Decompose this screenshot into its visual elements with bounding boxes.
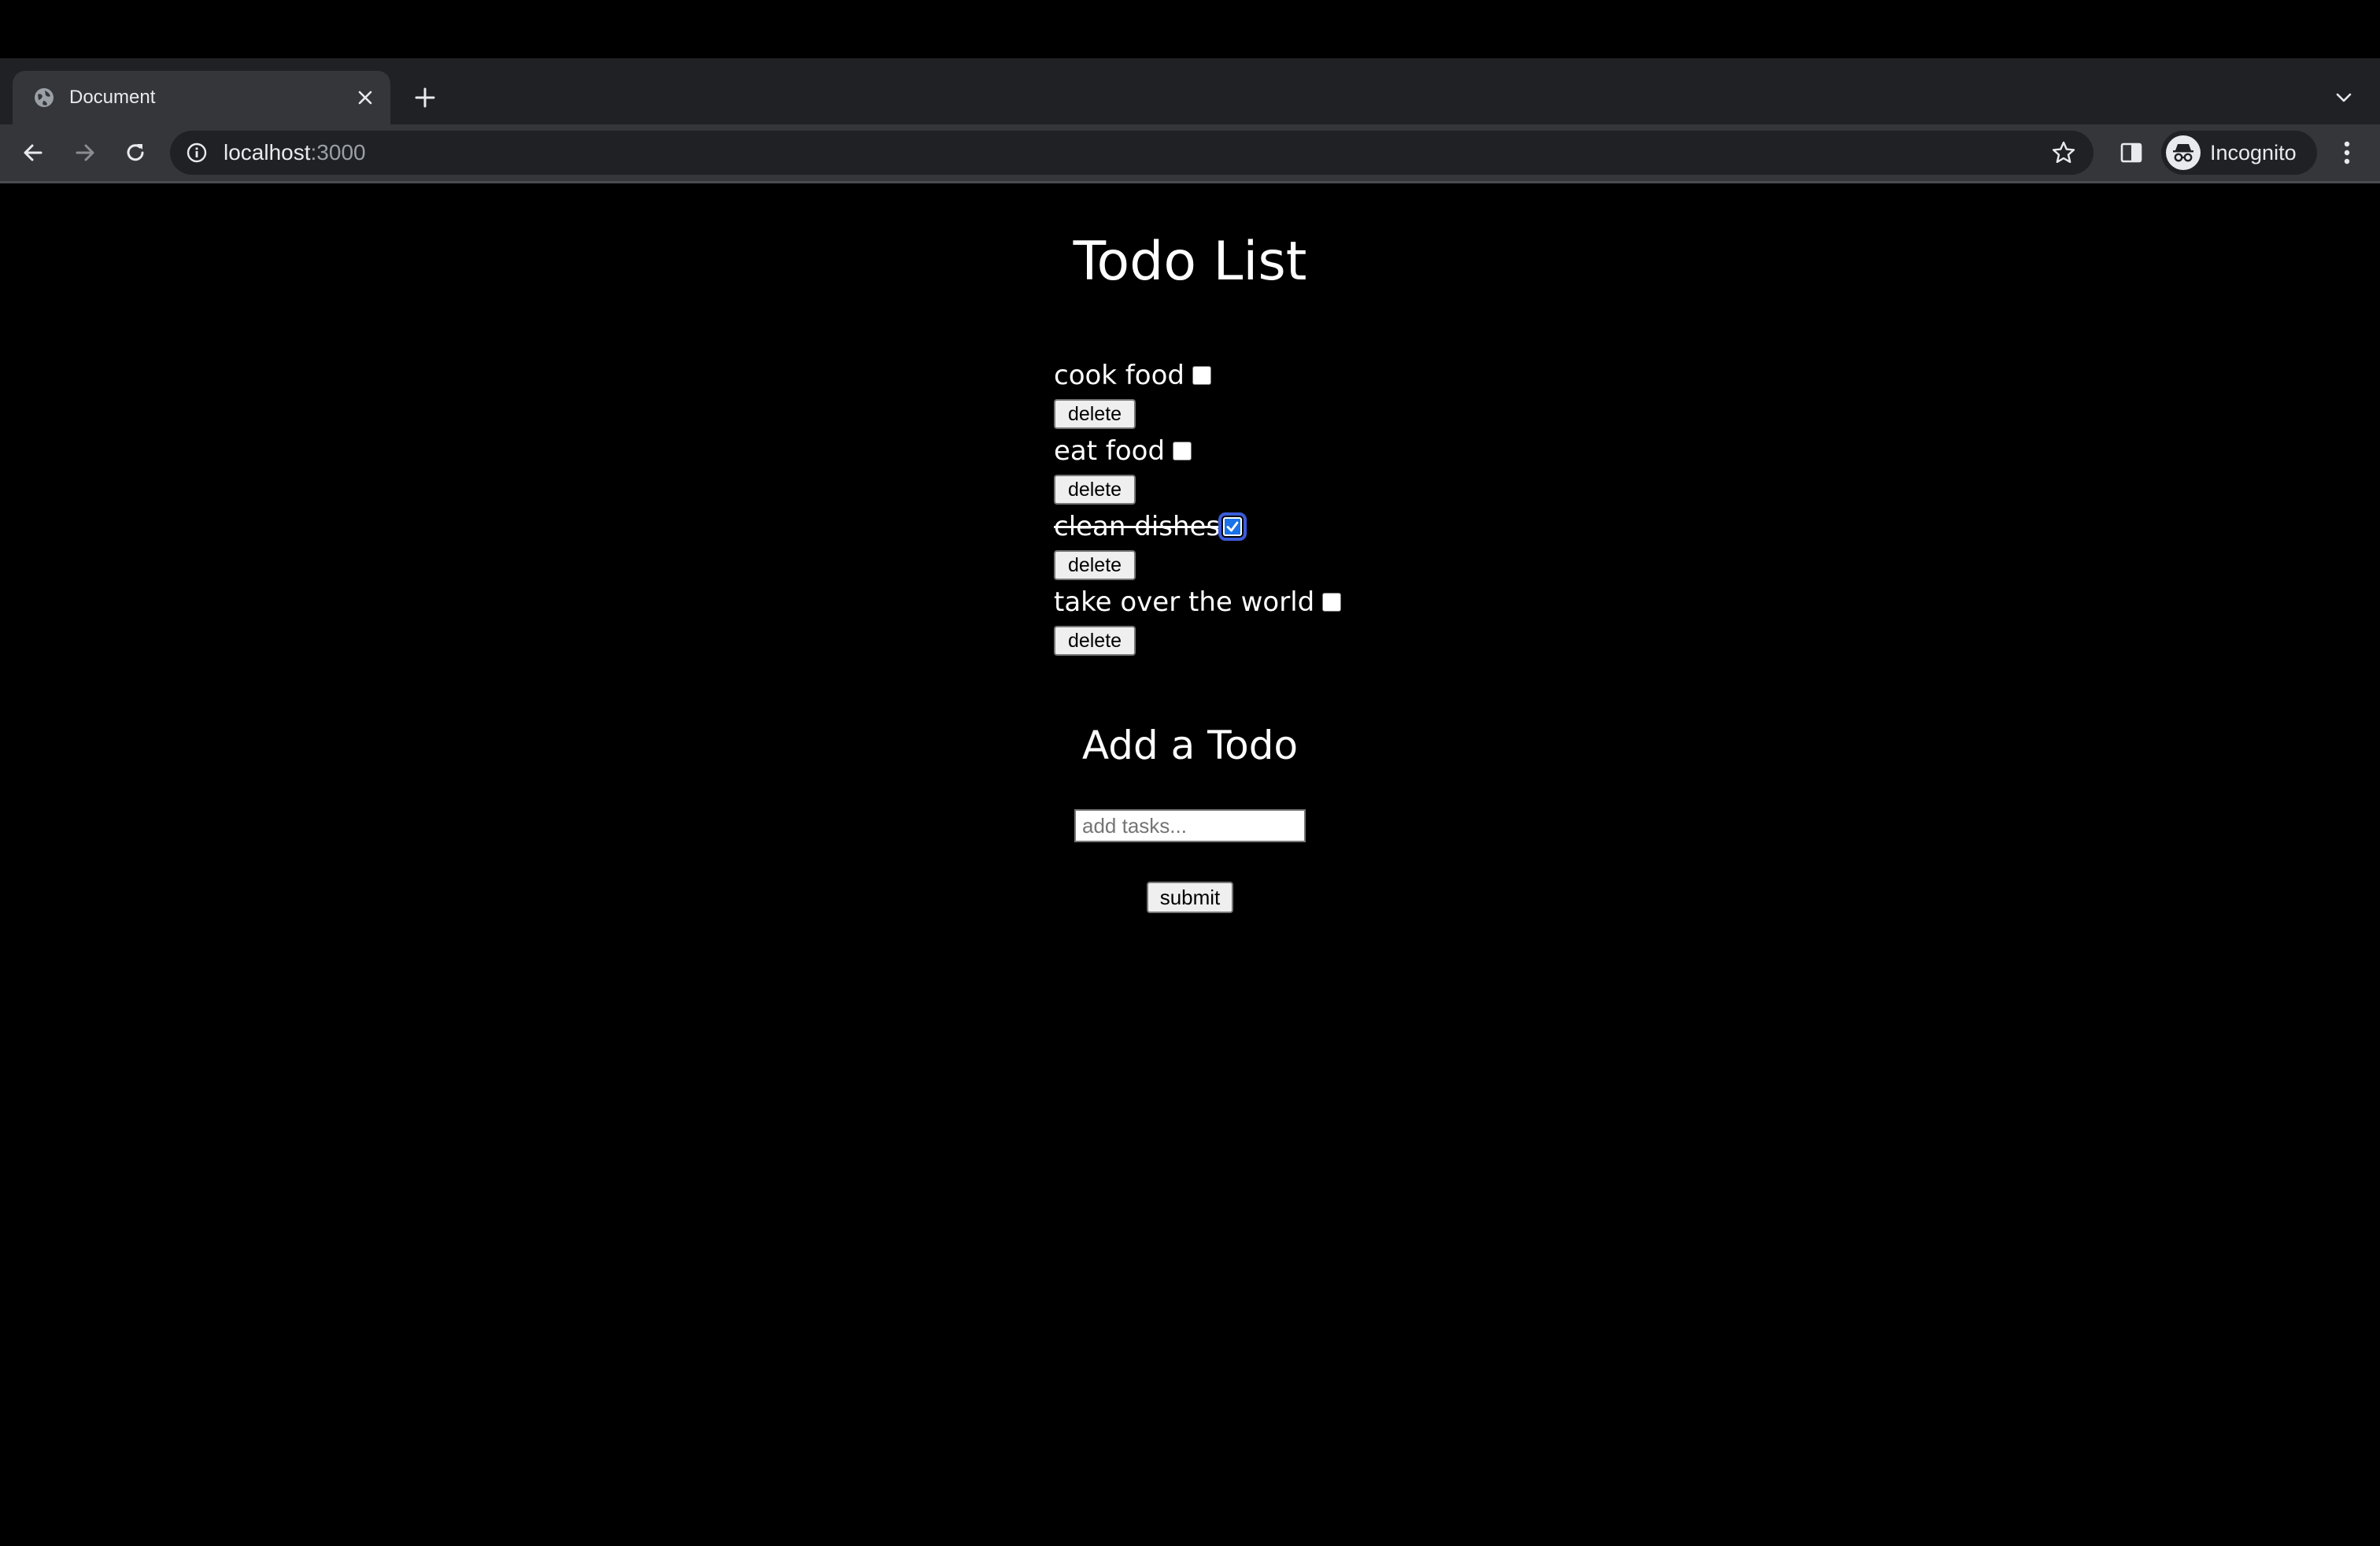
todo-text: cook food [1054,360,1184,391]
todo-text: take over the world [1054,586,1315,618]
address-bar[interactable]: localhost:3000 [170,131,2094,175]
profile-label: Incognito [2210,141,2297,165]
todo-checkbox[interactable] [1322,593,1342,612]
todo-checkbox[interactable] [1173,442,1192,460]
star-icon[interactable] [2051,140,2076,165]
todo-checkbox[interactable] [1192,366,1211,385]
arrow-right-icon[interactable] [66,134,104,172]
page-title: Todo List [1073,231,1307,293]
todo-item: eat food delete [1054,434,1526,509]
url-host: localhost [224,140,311,165]
todo-item: take over the world delete [1054,585,1526,660]
todo-row: take over the world [1054,585,1342,620]
delete-button[interactable]: delete [1054,399,1136,429]
todo-row: eat food [1054,434,1192,468]
delete-button[interactable]: delete [1054,550,1136,580]
side-panel-icon[interactable] [2117,137,2145,168]
todo-item: cook food delete [1054,358,1526,434]
delete-button[interactable]: delete [1054,475,1136,505]
reload-icon[interactable] [116,134,154,172]
checkmark-icon [1226,521,1239,532]
url-text: localhost:3000 [224,137,366,168]
tab-title: Document [69,87,156,108]
profile-incognito[interactable]: Incognito [2161,131,2317,175]
url-port: :3000 [310,140,366,165]
todo-list: cook food delete eat food delete clean d… [1054,358,1526,660]
tab-strip: Document [0,58,2380,124]
incognito-icon [2166,135,2201,170]
todo-row: clean dishes [1054,509,1247,544]
close-icon[interactable] [353,85,378,110]
add-task-input[interactable] [1074,809,1306,842]
globe-icon [35,88,54,107]
todo-item: clean dishes delete [1054,509,1526,585]
tab-document[interactable]: Document [13,71,390,124]
window-top-strip [0,0,2380,58]
arrow-left-icon[interactable] [14,134,52,172]
todo-checkbox[interactable] [1218,512,1247,541]
plus-icon[interactable] [409,82,441,113]
submit-button[interactable]: submit [1147,882,1233,913]
info-icon[interactable] [186,142,208,164]
browser-toolbar: localhost:3000 Incognito [0,124,2380,181]
chevron-down-icon[interactable] [2328,82,2360,113]
add-todo-heading: Add a Todo [1081,723,1299,768]
todo-row: cook food [1054,358,1211,393]
page-content: Todo List cook food delete eat food dele… [0,183,2380,1546]
delete-button[interactable]: delete [1054,626,1136,656]
todo-text: eat food [1054,435,1166,467]
todo-text: clean dishes [1054,511,1221,542]
kebab-menu-icon[interactable] [2331,134,2363,172]
